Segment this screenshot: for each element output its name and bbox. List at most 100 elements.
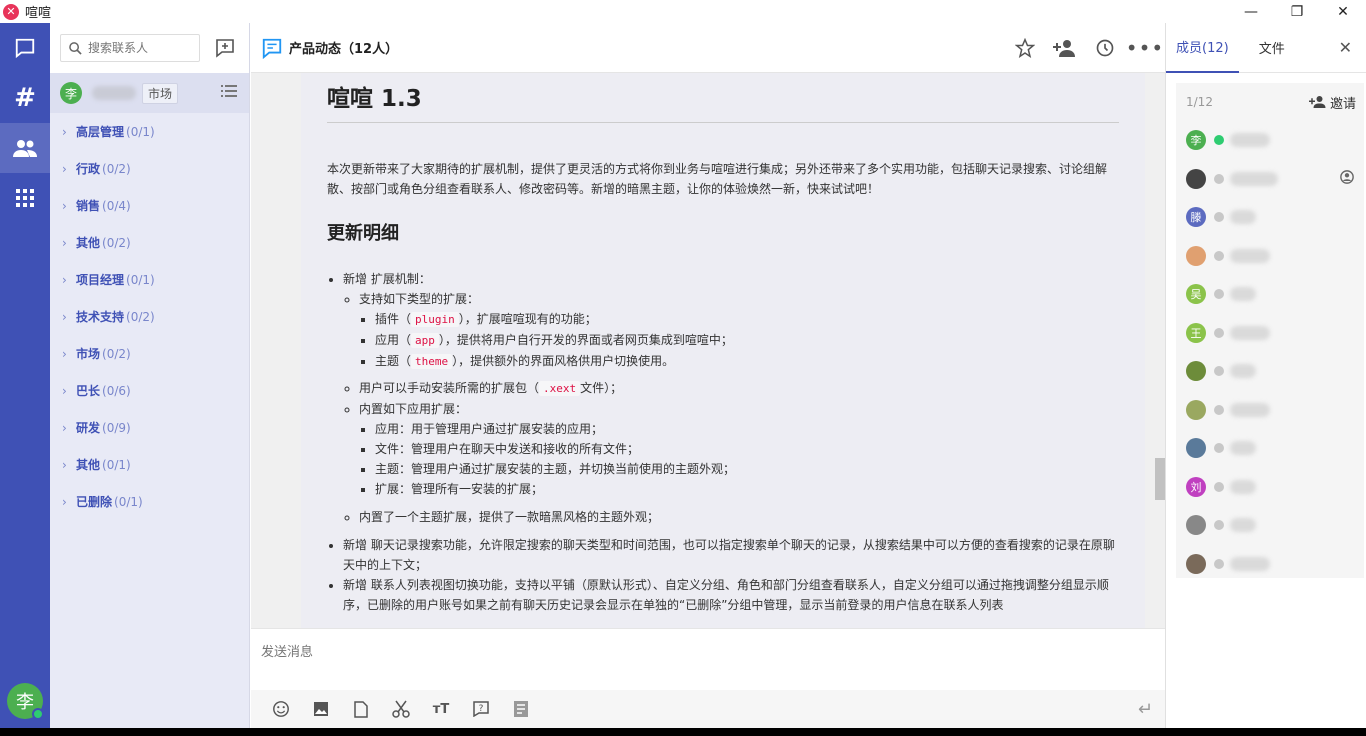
contact-group[interactable]: › 已删除 (0/1) — [50, 483, 249, 520]
add-chat-button[interactable] — [214, 37, 236, 59]
chevron-right-icon: › — [62, 272, 67, 287]
member-row[interactable] — [1176, 237, 1364, 276]
list-item: 新增 聊天记录搜索功能，允许限定搜索的聊天类型和时间范围，也可以指定搜索单个聊天… — [343, 535, 1119, 575]
status-dot — [1214, 481, 1224, 492]
list-item: 文件：管理用户在聊天中发送和接收的所有文件； — [375, 439, 1119, 459]
member-row[interactable] — [1176, 160, 1364, 199]
nav-apps[interactable] — [0, 173, 50, 223]
close-button[interactable]: ✕ — [1320, 0, 1366, 23]
chat-pane: 产品动态（12人） ••• 喧喧 1.3 本次更新带来了大家期待的扩展机制，提供… — [251, 23, 1165, 728]
avatar — [1186, 515, 1206, 536]
scrollbar-thumb[interactable] — [1155, 458, 1165, 500]
message-input[interactable] — [251, 629, 1165, 689]
current-user-row[interactable]: 李 市场 — [50, 73, 249, 113]
list-view-icon[interactable] — [221, 85, 237, 101]
note-button[interactable] — [501, 694, 541, 724]
avatar: 李 — [1186, 130, 1206, 151]
status-dot — [1214, 212, 1224, 223]
star-icon — [1015, 37, 1035, 58]
contact-group[interactable]: › 其他 (0/1) — [50, 446, 249, 483]
member-name-blurred — [1230, 441, 1256, 456]
avatar — [1186, 438, 1206, 459]
member-name-blurred — [1230, 518, 1256, 533]
member-row[interactable]: 王 — [1176, 314, 1364, 353]
contact-group[interactable]: › 行政 (0/2) — [50, 150, 249, 187]
status-dot — [1214, 366, 1224, 377]
text-format-button[interactable]: тT — [421, 694, 461, 724]
member-row[interactable] — [1176, 429, 1364, 468]
invite-button[interactable]: 邀请 — [1308, 93, 1356, 112]
tab-files[interactable]: 文件 — [1249, 23, 1295, 73]
nav-chats[interactable] — [0, 23, 50, 73]
contact-group[interactable]: › 销售 (0/4) — [50, 187, 249, 224]
send-icon[interactable]: ↵ — [1138, 699, 1153, 720]
search-box[interactable] — [60, 34, 200, 62]
list-item: 应用（app），提供将用户自行开发的界面或者网页集成到喧喧中； — [375, 330, 1119, 351]
member-row[interactable]: 吴 — [1176, 275, 1364, 314]
member-row[interactable] — [1176, 352, 1364, 391]
list-item: 插件（plugin），扩展喧喧现有的功能； — [375, 309, 1119, 330]
more-button[interactable]: ••• — [1125, 28, 1165, 68]
message-area[interactable]: 喧喧 1.3 本次更新带来了大家期待的扩展机制，提供了更灵活的方式将你到业务与喧… — [251, 73, 1165, 628]
contacts-panel: 李 市场 ›高层管理(0/1)›行政(0/2)›销售(0/4)›其他(0/2)›… — [50, 23, 250, 728]
invite-member-button[interactable] — [1045, 28, 1085, 68]
emoji-button[interactable] — [261, 694, 301, 724]
chevron-right-icon: › — [62, 309, 67, 324]
history-button[interactable] — [1085, 28, 1125, 68]
contact-group[interactable]: › 研发 (0/9) — [50, 409, 249, 446]
member-row[interactable]: 李 — [1176, 121, 1364, 160]
search-input[interactable] — [88, 41, 188, 55]
chevron-right-icon: › — [62, 124, 67, 139]
tab-members[interactable]: 成员(12) — [1166, 23, 1239, 73]
member-name-blurred — [1230, 556, 1270, 571]
contact-group[interactable]: › 巴长 (0/6) — [50, 372, 249, 409]
member-name-blurred — [1230, 402, 1270, 417]
online-status-dot — [32, 708, 44, 720]
people-icon — [13, 140, 37, 157]
search-icon — [69, 41, 82, 55]
add-person-icon — [1053, 39, 1075, 57]
member-row[interactable] — [1176, 506, 1364, 545]
member-name-blurred — [1230, 325, 1270, 340]
release-notes-message: 喧喧 1.3 本次更新带来了大家期待的扩展机制，提供了更灵活的方式将你到业务与喧… — [301, 73, 1145, 628]
add-person-icon — [1308, 96, 1326, 108]
screenshot-button[interactable] — [381, 694, 421, 724]
list-item: 用户可以手动安装所需的扩展包（.xext文件）； — [359, 378, 1119, 399]
contact-group[interactable]: › 高层管理 (0/1) — [50, 113, 249, 150]
user-avatar[interactable]: 李 — [7, 683, 44, 720]
chevron-right-icon: › — [62, 346, 67, 361]
image-icon — [314, 702, 328, 716]
maximize-button[interactable]: ❐ — [1274, 0, 1320, 23]
avatar: 滕 — [1186, 207, 1206, 228]
member-row[interactable]: 滕 — [1176, 198, 1364, 237]
member-name-blurred — [1230, 210, 1256, 225]
star-button[interactable] — [1005, 28, 1045, 68]
app-logo-icon: ✕ — [3, 3, 19, 20]
dept-badge: 市场 — [142, 82, 179, 104]
doc-title: 喧喧 1.3 — [327, 73, 1119, 123]
status-dot — [1214, 289, 1224, 300]
close-panel-icon[interactable]: ✕ — [1339, 38, 1352, 57]
member-name-blurred — [1230, 287, 1256, 302]
file-button[interactable] — [341, 694, 381, 724]
contact-group[interactable]: › 技术支持 (0/2) — [50, 298, 249, 335]
member-row[interactable] — [1176, 391, 1364, 430]
image-button[interactable] — [301, 694, 341, 724]
member-name-blurred — [1230, 479, 1256, 494]
contact-group[interactable]: › 其他 (0/2) — [50, 224, 249, 261]
window-title: 喧喧 — [25, 6, 52, 21]
contact-group[interactable]: › 市场 (0/2) — [50, 335, 249, 372]
note-icon — [514, 701, 528, 717]
member-count: 1/12 — [1186, 95, 1213, 109]
contact-group[interactable]: › 项目经理 (0/1) — [50, 261, 249, 298]
status-dot — [1214, 443, 1224, 454]
apps-grid-icon — [16, 189, 34, 207]
rich-text-button[interactable]: ? — [461, 694, 501, 724]
nav-contacts[interactable] — [0, 123, 50, 173]
member-row[interactable]: 刘 — [1176, 468, 1364, 507]
hash-icon: # — [14, 83, 36, 113]
main-nav: # 李 — [0, 23, 50, 728]
nav-channels[interactable]: # — [0, 73, 50, 123]
member-row[interactable] — [1176, 545, 1364, 584]
minimize-button[interactable]: — — [1228, 0, 1274, 23]
